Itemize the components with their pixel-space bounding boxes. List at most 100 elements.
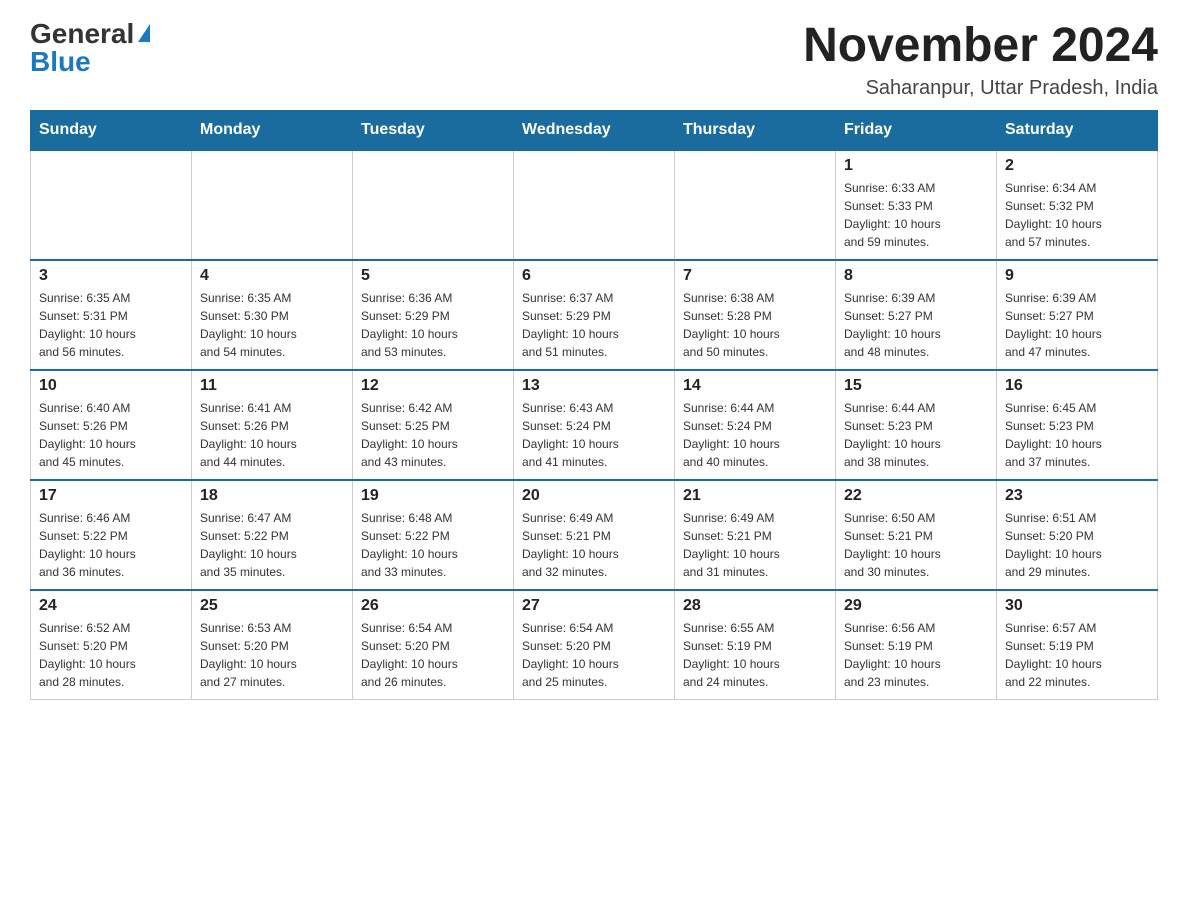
- day-number: 27: [522, 597, 666, 615]
- day-number: 16: [1005, 377, 1149, 395]
- week-row-2: 3 Sunrise: 6:35 AM Sunset: 5:31 PM Daylig…: [31, 260, 1158, 370]
- calendar-cell: 24 Sunrise: 6:52 AM Sunset: 5:20 PM Dayli…: [31, 590, 192, 700]
- location-subtitle: Saharanpur, Uttar Pradesh, India: [803, 77, 1158, 100]
- day-header-monday: Monday: [192, 110, 353, 150]
- day-info: Sunrise: 6:38 AM Sunset: 5:28 PM Dayligh…: [683, 289, 827, 361]
- day-header-friday: Friday: [836, 110, 997, 150]
- day-info: Sunrise: 6:55 AM Sunset: 5:19 PM Dayligh…: [683, 619, 827, 691]
- day-number: 6: [522, 267, 666, 285]
- calendar-cell: 5Sunrise: 6:36 AM Sunset: 5:29 PM Daylig…: [353, 260, 514, 370]
- day-info: Sunrise: 6:44 AM Sunset: 5:24 PM Dayligh…: [683, 399, 827, 471]
- calendar-cell: 15Sunrise: 6:44 AM Sunset: 5:23 PM Dayli…: [836, 370, 997, 480]
- logo: General Blue: [30, 20, 150, 76]
- calendar-cell: 21 Sunrise: 6:49 AM Sunset: 5:21 PM Dayli…: [675, 480, 836, 590]
- day-number: 2: [1005, 157, 1149, 175]
- day-number: 23: [1005, 487, 1149, 505]
- month-title: November 2024: [803, 20, 1158, 73]
- calendar-table: SundayMondayTuesdayWednesdayThursdayFrid…: [30, 110, 1158, 701]
- day-info: Sunrise: 6:36 AM Sunset: 5:29 PM Dayligh…: [361, 289, 505, 361]
- week-row-3: 10 Sunrise: 6:40 AM Sunset: 5:26 PM Dayli…: [31, 370, 1158, 480]
- day-info: Sunrise: 6:40 AM Sunset: 5:26 PM Dayligh…: [39, 399, 183, 471]
- day-info: Sunrise: 6:39 AM Sunset: 5:27 PM Dayligh…: [844, 289, 988, 361]
- day-number: 22: [844, 487, 988, 505]
- day-info: Sunrise: 6:35 AM Sunset: 5:31 PM Dayligh…: [39, 289, 183, 361]
- day-number: 3: [39, 267, 183, 285]
- logo-blue-text: Blue: [30, 48, 91, 76]
- calendar-cell: 13 Sunrise: 6:43 AM Sunset: 5:24 PM Dayli…: [514, 370, 675, 480]
- calendar-cell: 2 Sunrise: 6:34 AM Sunset: 5:32 PM Daylig…: [997, 150, 1158, 260]
- title-area: November 2024 Saharanpur, Uttar Pradesh,…: [803, 20, 1158, 100]
- day-info: Sunrise: 6:34 AM Sunset: 5:32 PM Dayligh…: [1005, 179, 1149, 251]
- calendar-cell: 16 Sunrise: 6:45 AM Sunset: 5:23 PM Dayli…: [997, 370, 1158, 480]
- calendar-cell: 12 Sunrise: 6:42 AM Sunset: 5:25 PM Dayli…: [353, 370, 514, 480]
- week-row-5: 24 Sunrise: 6:52 AM Sunset: 5:20 PM Dayli…: [31, 590, 1158, 700]
- page-header: General Blue November 2024 Saharanpur, U…: [30, 20, 1158, 100]
- day-number: 25: [200, 597, 344, 615]
- calendar-cell: 1 Sunrise: 6:33 AM Sunset: 5:33 PM Daylig…: [836, 150, 997, 260]
- calendar-cell: 11Sunrise: 6:41 AM Sunset: 5:26 PM Dayli…: [192, 370, 353, 480]
- day-number: 29: [844, 597, 988, 615]
- day-info: Sunrise: 6:43 AM Sunset: 5:24 PM Dayligh…: [522, 399, 666, 471]
- day-info: Sunrise: 6:46 AM Sunset: 5:22 PM Dayligh…: [39, 509, 183, 581]
- logo-triangle-icon: [138, 24, 150, 42]
- day-number: 7: [683, 267, 827, 285]
- day-number: 13: [522, 377, 666, 395]
- day-number: 11: [200, 377, 344, 395]
- logo-general-text: General: [30, 20, 134, 48]
- day-number: 14: [683, 377, 827, 395]
- day-info: Sunrise: 6:42 AM Sunset: 5:25 PM Dayligh…: [361, 399, 505, 471]
- calendar-cell: 26Sunrise: 6:54 AM Sunset: 5:20 PM Dayli…: [353, 590, 514, 700]
- day-number: 20: [522, 487, 666, 505]
- day-info: Sunrise: 6:51 AM Sunset: 5:20 PM Dayligh…: [1005, 509, 1149, 581]
- day-number: 4: [200, 267, 344, 285]
- day-info: Sunrise: 6:49 AM Sunset: 5:21 PM Dayligh…: [522, 509, 666, 581]
- calendar-cell: 4 Sunrise: 6:35 AM Sunset: 5:30 PM Daylig…: [192, 260, 353, 370]
- calendar-cell: 29 Sunrise: 6:56 AM Sunset: 5:19 PM Dayli…: [836, 590, 997, 700]
- day-number: 26: [361, 597, 505, 615]
- day-info: Sunrise: 6:52 AM Sunset: 5:20 PM Dayligh…: [39, 619, 183, 691]
- day-number: 24: [39, 597, 183, 615]
- day-number: 17: [39, 487, 183, 505]
- calendar-cell: 18 Sunrise: 6:47 AM Sunset: 5:22 PM Dayli…: [192, 480, 353, 590]
- day-info: Sunrise: 6:53 AM Sunset: 5:20 PM Dayligh…: [200, 619, 344, 691]
- day-info: Sunrise: 6:33 AM Sunset: 5:33 PM Dayligh…: [844, 179, 988, 251]
- calendar-cell: [514, 150, 675, 260]
- calendar-cell: [675, 150, 836, 260]
- day-info: Sunrise: 6:57 AM Sunset: 5:19 PM Dayligh…: [1005, 619, 1149, 691]
- calendar-cell: 17 Sunrise: 6:46 AM Sunset: 5:22 PM Dayli…: [31, 480, 192, 590]
- calendar-cell: [31, 150, 192, 260]
- calendar-cell: 9Sunrise: 6:39 AM Sunset: 5:27 PM Daylig…: [997, 260, 1158, 370]
- calendar-cell: [353, 150, 514, 260]
- day-info: Sunrise: 6:39 AM Sunset: 5:27 PM Dayligh…: [1005, 289, 1149, 361]
- calendar-cell: 23 Sunrise: 6:51 AM Sunset: 5:20 PM Dayli…: [997, 480, 1158, 590]
- calendar-cell: 25 Sunrise: 6:53 AM Sunset: 5:20 PM Dayli…: [192, 590, 353, 700]
- day-number: 1: [844, 157, 988, 175]
- day-header-tuesday: Tuesday: [353, 110, 514, 150]
- day-header-wednesday: Wednesday: [514, 110, 675, 150]
- calendar-cell: 7 Sunrise: 6:38 AM Sunset: 5:28 PM Daylig…: [675, 260, 836, 370]
- day-number: 12: [361, 377, 505, 395]
- calendar-cell: 22Sunrise: 6:50 AM Sunset: 5:21 PM Dayli…: [836, 480, 997, 590]
- day-info: Sunrise: 6:56 AM Sunset: 5:19 PM Dayligh…: [844, 619, 988, 691]
- day-number: 10: [39, 377, 183, 395]
- day-info: Sunrise: 6:48 AM Sunset: 5:22 PM Dayligh…: [361, 509, 505, 581]
- day-number: 8: [844, 267, 988, 285]
- week-row-4: 17 Sunrise: 6:46 AM Sunset: 5:22 PM Dayli…: [31, 480, 1158, 590]
- day-info: Sunrise: 6:35 AM Sunset: 5:30 PM Dayligh…: [200, 289, 344, 361]
- day-number: 21: [683, 487, 827, 505]
- day-info: Sunrise: 6:45 AM Sunset: 5:23 PM Dayligh…: [1005, 399, 1149, 471]
- day-number: 18: [200, 487, 344, 505]
- day-number: 28: [683, 597, 827, 615]
- calendar-cell: 30Sunrise: 6:57 AM Sunset: 5:19 PM Dayli…: [997, 590, 1158, 700]
- calendar-cell: 20 Sunrise: 6:49 AM Sunset: 5:21 PM Dayli…: [514, 480, 675, 590]
- calendar-cell: 6Sunrise: 6:37 AM Sunset: 5:29 PM Daylig…: [514, 260, 675, 370]
- day-info: Sunrise: 6:49 AM Sunset: 5:21 PM Dayligh…: [683, 509, 827, 581]
- day-info: Sunrise: 6:47 AM Sunset: 5:22 PM Dayligh…: [200, 509, 344, 581]
- week-row-1: 1 Sunrise: 6:33 AM Sunset: 5:33 PM Daylig…: [31, 150, 1158, 260]
- day-header-sunday: Sunday: [31, 110, 192, 150]
- day-header-saturday: Saturday: [997, 110, 1158, 150]
- day-number: 15: [844, 377, 988, 395]
- calendar-cell: [192, 150, 353, 260]
- calendar-cell: 27Sunrise: 6:54 AM Sunset: 5:20 PM Dayli…: [514, 590, 675, 700]
- calendar-cell: 19Sunrise: 6:48 AM Sunset: 5:22 PM Dayli…: [353, 480, 514, 590]
